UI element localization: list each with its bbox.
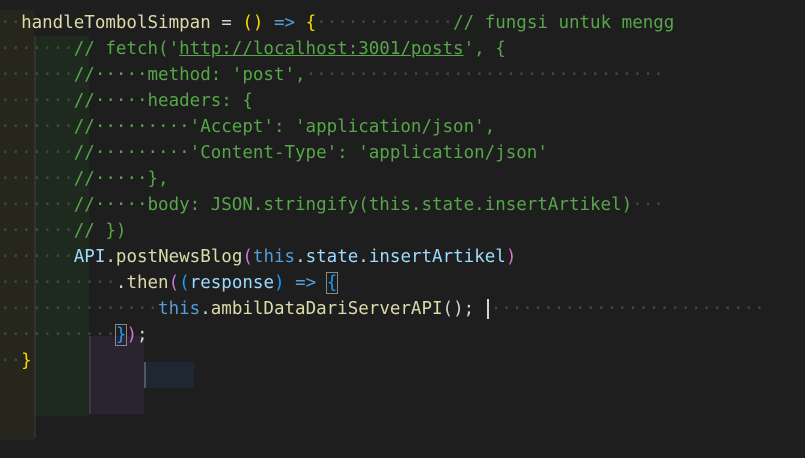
whitespace-marker: ···········: [0, 325, 116, 345]
code-line[interactable]: ·······//·····body: JSON.stringify(this.…: [0, 192, 805, 218]
code-token: (: [242, 247, 253, 267]
code-token: .: [115, 273, 127, 293]
code-token: (: [179, 273, 190, 293]
code-line[interactable]: ··handleTombolSimpan = () => {··········…: [0, 10, 805, 36]
code-line[interactable]: ·······// }): [0, 218, 805, 244]
code-token: ;: [137, 325, 148, 345]
code-token: insertArtikel: [368, 247, 506, 267]
code-token: //·········'Accept': 'application/json',: [73, 117, 496, 137]
code-token: .: [358, 247, 369, 267]
code-line[interactable]: ···········.then((response) => {: [0, 270, 805, 296]
whitespace-marker: ·······: [0, 39, 74, 59]
code-token: // }): [73, 221, 127, 241]
code-token: =>: [263, 13, 306, 33]
whitespace-marker: ·······: [0, 65, 74, 85]
code-editor[interactable]: ··handleTombolSimpan = () => {··········…: [0, 0, 805, 458]
whitespace-marker: ··························: [490, 299, 765, 319]
code-line[interactable]: ·······//·····method: 'post',···········…: [0, 62, 805, 88]
code-line[interactable]: ··}: [0, 348, 805, 374]
code-token: API: [73, 247, 106, 267]
whitespace-marker: ···: [632, 195, 664, 215]
code-token: this: [252, 247, 296, 267]
code-token: response: [189, 273, 274, 293]
whitespace-marker: ·············: [316, 13, 454, 33]
code-token: ): [505, 247, 517, 267]
code-line[interactable]: ···········});: [0, 322, 805, 348]
whitespace-marker: ·······: [0, 143, 74, 163]
code-line[interactable]: ·······// fetch('http://localhost:3001/p…: [0, 36, 805, 62]
code-token: this: [158, 299, 201, 319]
code-token: ', {: [463, 39, 506, 59]
code-line[interactable]: ·······//·····},: [0, 166, 805, 192]
code-token: //·····headers: {: [73, 91, 253, 111]
code-token: ): [274, 273, 285, 293]
whitespace-marker: ·······: [0, 91, 74, 111]
code-token: ambilDataDariServerAPI: [210, 299, 443, 319]
code-token: then: [126, 273, 169, 293]
code-token: {: [305, 13, 317, 33]
code-line[interactable]: ·······API.postNewsBlog(this.state.inser…: [0, 244, 805, 270]
code-token: ): [126, 325, 137, 345]
whitespace-marker: ·······: [0, 195, 74, 215]
code-token: =: [210, 13, 243, 33]
code-token: {: [325, 272, 339, 294]
code-token: //·····},: [73, 169, 169, 189]
code-token: (: [168, 273, 180, 293]
code-token: .: [105, 247, 116, 267]
whitespace-marker: ··: [0, 13, 22, 33]
code-token: postNewsBlog: [115, 247, 243, 267]
whitespace-marker: ·······: [0, 221, 74, 241]
whitespace-marker: ·······: [0, 247, 74, 267]
code-token: //·····method: 'post',: [73, 65, 306, 85]
code-line[interactable]: ·······//·····headers: {: [0, 88, 805, 114]
code-token: (): [242, 13, 264, 33]
code-token: ();: [442, 299, 475, 319]
whitespace-marker: ·······: [0, 117, 74, 137]
code-line[interactable]: ·······//·········'Accept': 'application…: [0, 114, 805, 140]
code-token: //·····body: JSON.stringify(this.state.i…: [73, 195, 633, 215]
code-token: //·········'Content-Type': 'application/…: [73, 143, 548, 163]
whitespace-marker: ··: [0, 351, 22, 371]
whitespace-marker: ··································: [305, 65, 664, 85]
code-token: // fungsi untuk mengg: [453, 13, 675, 33]
code-token: http://localhost:3001/posts: [179, 39, 464, 59]
text-cursor: [486, 299, 489, 319]
code-token: .: [295, 247, 306, 267]
code-token: .: [200, 299, 211, 319]
code-token: =>: [284, 273, 327, 293]
code-token: }: [114, 324, 128, 346]
whitespace-marker: ·······: [0, 169, 74, 189]
code-line[interactable]: ·······//·········'Content-Type': 'appli…: [0, 140, 805, 166]
code-token: handleTombolSimpan: [21, 13, 211, 33]
whitespace-marker: ···········: [0, 273, 116, 293]
code-token: }: [21, 351, 32, 371]
code-token: state: [305, 247, 359, 267]
code-token: // fetch(': [73, 39, 180, 59]
code-line[interactable]: ···············this.ambilDataDariServerA…: [0, 296, 805, 322]
whitespace-marker: ···············: [0, 299, 159, 319]
